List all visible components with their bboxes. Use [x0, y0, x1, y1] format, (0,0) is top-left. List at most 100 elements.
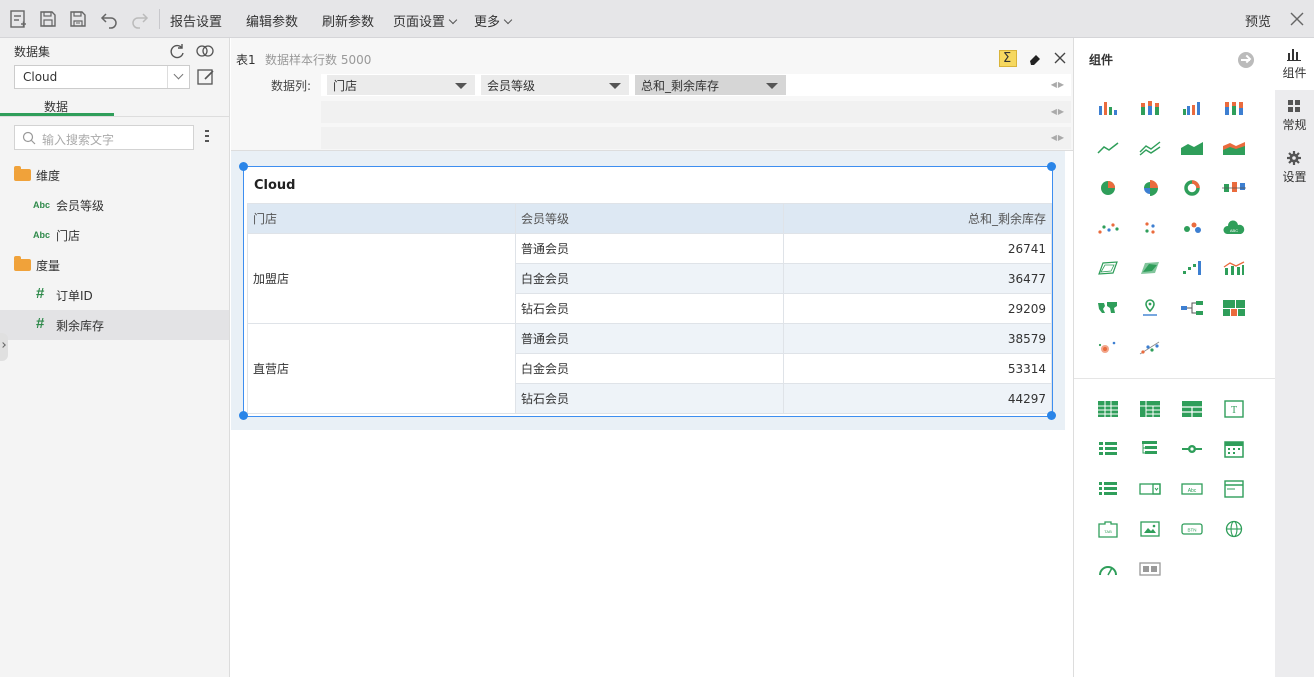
- grouped-bar-chart-icon[interactable]: [1179, 97, 1205, 119]
- filters-drop-row[interactable]: ◀▶: [321, 127, 1071, 149]
- folder-measures[interactable]: 度量: [0, 250, 229, 280]
- svg-text:ABC: ABC: [1230, 228, 1238, 233]
- table-icon[interactable]: [1095, 398, 1121, 420]
- radar-chart-icon[interactable]: [1095, 257, 1121, 279]
- arrow-right-icon[interactable]: [1238, 52, 1254, 68]
- bar-chart-icon[interactable]: [1095, 97, 1121, 119]
- tab-general[interactable]: 常规: [1275, 90, 1314, 142]
- line-chart-icon[interactable]: [1095, 137, 1121, 159]
- slider-icon[interactable]: [1179, 438, 1205, 460]
- save-icon[interactable]: [38, 9, 58, 29]
- scatter-line-icon[interactable]: [1137, 337, 1163, 359]
- svg-text:TAB: TAB: [1104, 529, 1112, 534]
- header-store[interactable]: 门店: [247, 203, 516, 234]
- side-tabs: 组件 常规 设置: [1275, 38, 1314, 677]
- tab-components[interactable]: 组件: [1275, 38, 1314, 90]
- close-table-icon[interactable]: [1054, 52, 1066, 64]
- search-input[interactable]: 输入搜索文字: [14, 125, 194, 150]
- table-component[interactable]: Cloud 门店 会员等级 总和_剩余库存 加盟店 普通会员 26741 白金会…: [239, 162, 1056, 420]
- rose-pie-chart-icon[interactable]: [1137, 177, 1163, 199]
- menu-edit-params[interactable]: 编辑参数: [246, 11, 298, 30]
- bubble-chart-icon[interactable]: [1179, 217, 1205, 239]
- map-marker-icon[interactable]: [1137, 297, 1163, 319]
- header-box-icon[interactable]: [1221, 478, 1247, 500]
- resize-handle-top-left[interactable]: [239, 162, 248, 171]
- image-icon[interactable]: [1137, 518, 1163, 540]
- field-store[interactable]: Abc 门店: [0, 220, 229, 250]
- chevron-down-icon: [448, 15, 458, 25]
- menu-page-settings[interactable]: 页面设置: [393, 11, 458, 30]
- step-bar-chart-icon[interactable]: [1179, 257, 1205, 279]
- calendar-icon[interactable]: [1221, 438, 1247, 460]
- header-sum-stock[interactable]: 总和_剩余库存: [783, 203, 1052, 234]
- tab-container-icon[interactable]: [1137, 558, 1163, 580]
- freestyle-table-icon[interactable]: [1179, 398, 1205, 420]
- crosstab-icon[interactable]: [1137, 398, 1163, 420]
- new-report-icon[interactable]: [8, 9, 28, 29]
- filled-radar-chart-icon[interactable]: [1137, 257, 1163, 279]
- scroll-arrows-icon[interactable]: ◀▶: [1051, 80, 1065, 89]
- donut-chart-icon[interactable]: [1179, 177, 1205, 199]
- join-dataset-icon[interactable]: [195, 42, 215, 60]
- chevron-down-icon: [503, 15, 513, 25]
- dot-chart-icon[interactable]: [1137, 217, 1163, 239]
- tab-settings[interactable]: 设置: [1275, 142, 1314, 194]
- params-drop-row[interactable]: ◀▶: [321, 101, 1071, 123]
- resize-handle-bottom-right[interactable]: [1047, 411, 1056, 420]
- resize-handle-bottom-left[interactable]: [239, 411, 248, 420]
- heatmap-icon[interactable]: [1095, 337, 1121, 359]
- list-icon[interactable]: [1095, 478, 1121, 500]
- web-icon[interactable]: [1221, 518, 1247, 540]
- resize-handle-top-right[interactable]: [1047, 162, 1056, 171]
- button-icon[interactable]: BTN: [1179, 518, 1205, 540]
- scatter-chart-icon[interactable]: [1095, 217, 1121, 239]
- multi-line-chart-icon[interactable]: [1137, 137, 1163, 159]
- stacked-area-chart-icon[interactable]: [1221, 137, 1247, 159]
- menu-report-settings[interactable]: 报告设置: [170, 11, 222, 30]
- text-field-icon: Abc: [33, 230, 51, 240]
- dataset-select[interactable]: Cloud: [14, 65, 190, 89]
- gauge-icon[interactable]: [1095, 558, 1121, 580]
- redo-icon[interactable]: [130, 9, 150, 29]
- word-cloud-icon[interactable]: ABC: [1221, 217, 1247, 239]
- world-map-icon[interactable]: [1095, 297, 1121, 319]
- list-filter-icon[interactable]: [1095, 438, 1121, 460]
- svg-text:BTN: BTN: [1188, 528, 1197, 533]
- edit-dataset-icon[interactable]: [196, 67, 216, 87]
- field-remaining-stock[interactable]: # 剩余库存: [0, 310, 229, 340]
- stacked-bar-chart-icon[interactable]: [1137, 97, 1163, 119]
- menu-refresh-params[interactable]: 刷新参数: [322, 11, 374, 30]
- text-input-icon[interactable]: Abc: [1179, 478, 1205, 500]
- tree-chart-icon[interactable]: [1179, 297, 1205, 319]
- save-as-icon[interactable]: [68, 9, 88, 29]
- refresh-icon[interactable]: [168, 42, 186, 60]
- scroll-arrows-icon[interactable]: ◀▶: [1051, 133, 1065, 142]
- area-chart-icon[interactable]: [1179, 137, 1205, 159]
- text-icon[interactable]: T: [1221, 398, 1247, 420]
- box-plot-icon[interactable]: [1221, 177, 1247, 199]
- sum-icon[interactable]: Σ: [999, 50, 1017, 67]
- undo-icon[interactable]: [99, 9, 119, 29]
- preview-button[interactable]: 预览: [1245, 11, 1271, 30]
- collapse-panel-handle[interactable]: [0, 333, 8, 361]
- field-member-level[interactable]: Abc 会员等级: [0, 190, 229, 220]
- close-icon[interactable]: [1287, 9, 1307, 29]
- level-cell: 普通会员: [515, 233, 784, 264]
- column-chip-store[interactable]: 门店: [327, 75, 475, 95]
- more-options-icon[interactable]: [205, 130, 209, 144]
- tab-icon[interactable]: TAB: [1095, 518, 1121, 540]
- column-chip-sum-stock[interactable]: 总和_剩余库存: [635, 75, 786, 95]
- tree-filter-icon[interactable]: [1137, 438, 1163, 460]
- pie-chart-icon[interactable]: [1095, 177, 1121, 199]
- eraser-icon[interactable]: [1028, 52, 1042, 66]
- column-chip-member-level[interactable]: 会员等级: [481, 75, 629, 95]
- scroll-arrows-icon[interactable]: ◀▶: [1051, 107, 1065, 116]
- field-order-id[interactable]: # 订单ID: [0, 280, 229, 310]
- menu-more[interactable]: 更多: [474, 11, 513, 30]
- treemap-icon[interactable]: [1221, 297, 1247, 319]
- header-member-level[interactable]: 会员等级: [515, 203, 784, 234]
- dropdown-icon[interactable]: [1137, 478, 1163, 500]
- percent-bar-chart-icon[interactable]: [1221, 97, 1247, 119]
- combo-chart-icon[interactable]: [1221, 257, 1247, 279]
- folder-dimensions[interactable]: 维度: [0, 160, 229, 190]
